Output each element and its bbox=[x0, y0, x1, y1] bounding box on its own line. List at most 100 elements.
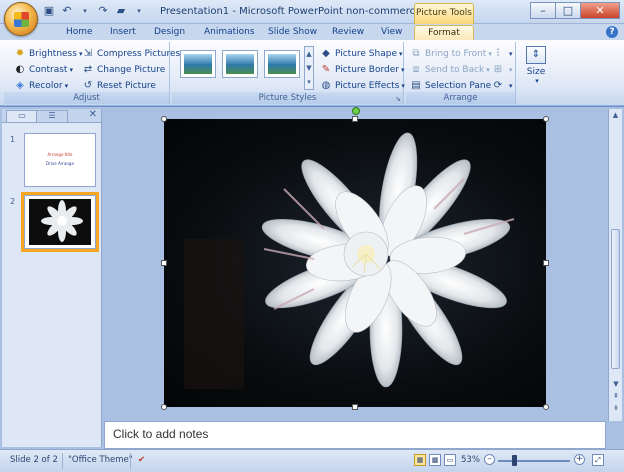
undo-icon[interactable]: ↶ bbox=[60, 4, 74, 18]
gallery-more-icon[interactable]: ▾ bbox=[305, 75, 313, 89]
chevron-down-icon[interactable]: ▾ bbox=[78, 4, 92, 18]
status-divider bbox=[130, 453, 131, 469]
spelling-check-icon[interactable]: ✔ bbox=[138, 455, 145, 465]
resize-handle-top[interactable] bbox=[352, 116, 358, 122]
group-button[interactable]: ⊞ ▾ bbox=[492, 62, 513, 77]
maximize-button[interactable]: □ bbox=[555, 2, 581, 19]
chevron-down-icon[interactable]: ▼ bbox=[610, 379, 622, 389]
close-button[interactable]: ✕ bbox=[580, 2, 620, 19]
compress-pictures-button[interactable]: ⇲ Compress Pictures bbox=[82, 46, 180, 61]
redo-icon[interactable]: ↷ bbox=[96, 4, 110, 18]
vertical-scrollbar[interactable]: ▲ ▼ ⇞ ⇟ bbox=[608, 109, 622, 421]
change-picture-button[interactable]: ⇄ Change Picture bbox=[82, 62, 165, 77]
open-folder-icon[interactable]: ▰ bbox=[114, 4, 128, 18]
slide-show-button[interactable]: ▭ bbox=[444, 454, 456, 466]
selected-picture[interactable] bbox=[164, 119, 546, 407]
zoom-out-button[interactable]: – bbox=[484, 454, 495, 465]
save-icon[interactable]: ▣ bbox=[42, 4, 56, 18]
tab-home[interactable]: Home bbox=[62, 25, 97, 41]
rotate-icon: ⟳ bbox=[493, 79, 503, 91]
picture-border-button[interactable]: ✎ Picture Border ▾ bbox=[320, 62, 405, 77]
notes-pane[interactable]: Click to add notes bbox=[104, 421, 606, 449]
slide-thumbnail-1[interactable]: Arrange title Drive Arrange bbox=[24, 133, 96, 187]
window-controls: – □ ✕ bbox=[530, 2, 620, 19]
dialog-launcher-icon[interactable]: ⇘ bbox=[395, 95, 401, 103]
slide-sorter-button[interactable]: ▩ bbox=[429, 454, 441, 466]
thumbnail-title: Arrange title bbox=[47, 152, 73, 157]
thumbnail-subtitle: Drive Arrange bbox=[46, 161, 74, 166]
resize-handle-right[interactable] bbox=[543, 260, 549, 266]
status-bar: Slide 2 of 2 "Office Theme" ✔ ▦ ▩ ▭ 53% … bbox=[0, 449, 624, 472]
chevron-down-icon: ▾ bbox=[509, 65, 513, 74]
normal-view-button[interactable]: ▦ bbox=[414, 454, 426, 466]
size-button[interactable]: ⇕ Size ▾ bbox=[524, 46, 548, 88]
contrast-button[interactable]: ◐ Contrast ▾ bbox=[14, 62, 73, 77]
compress-pictures-label: Compress Pictures bbox=[97, 48, 181, 59]
picture-style-option[interactable] bbox=[180, 50, 216, 78]
recolor-label: Recolor bbox=[29, 80, 63, 91]
chevron-down-icon[interactable]: ▼ bbox=[305, 61, 313, 75]
size-label: Size bbox=[526, 67, 546, 77]
reset-picture-button[interactable]: ↺ Reset Picture bbox=[82, 78, 156, 93]
adjust-group: ✹ Brightness ▾ ◐ Contrast ▾ ◈ Recolor ▾ ⇲ Compr… bbox=[4, 42, 180, 104]
picture-shape-button[interactable]: ◆ Picture Shape ▾ bbox=[320, 46, 403, 61]
next-slide-icon[interactable]: ⇟ bbox=[610, 403, 622, 413]
picture-effects-button[interactable]: ◍ Picture Effects ▾ bbox=[320, 78, 405, 93]
align-button[interactable]: ⫶ ▾ bbox=[492, 46, 513, 61]
resize-handle-bottom-right[interactable] bbox=[543, 404, 549, 410]
customize-qat-icon[interactable]: ▾ bbox=[132, 4, 146, 18]
slide-thumbnail-2[interactable] bbox=[21, 192, 99, 252]
minimize-button[interactable]: – bbox=[530, 2, 556, 19]
tab-review[interactable]: Review bbox=[328, 25, 368, 41]
tab-slides[interactable]: ▭ bbox=[6, 110, 38, 122]
selection-pane-button[interactable]: ▤ Selection Pane bbox=[410, 78, 491, 93]
scrollbar-thumb[interactable] bbox=[611, 229, 620, 369]
rotate-handle[interactable] bbox=[352, 107, 360, 115]
slide-number: 1 bbox=[10, 135, 16, 144]
chevron-down-icon: ▾ bbox=[535, 77, 539, 85]
picture-style-option[interactable] bbox=[222, 50, 258, 78]
rotate-button[interactable]: ⟳ ▾ bbox=[492, 78, 513, 93]
ribbon-tabs: Home Insert Design Animations Slide Show… bbox=[0, 24, 624, 41]
zoom-in-button[interactable]: + bbox=[574, 454, 585, 465]
tab-animations[interactable]: Animations bbox=[200, 25, 259, 41]
help-icon[interactable]: ? bbox=[606, 26, 618, 38]
office-button[interactable] bbox=[4, 2, 38, 36]
chevron-down-icon: ▾ bbox=[399, 49, 403, 58]
tab-slide-show[interactable]: Slide Show bbox=[264, 25, 321, 41]
chevron-up-icon[interactable]: ▲ bbox=[609, 109, 622, 121]
tab-format[interactable]: Format bbox=[414, 25, 474, 41]
resize-handle-bottom-left[interactable] bbox=[161, 404, 167, 410]
resize-handle-bottom[interactable] bbox=[352, 404, 358, 410]
picture-border-label: Picture Border bbox=[335, 64, 399, 75]
chevron-down-icon: ▾ bbox=[486, 65, 490, 74]
resize-handle-left[interactable] bbox=[161, 260, 167, 266]
picture-style-option[interactable] bbox=[264, 50, 300, 78]
tab-outline[interactable]: ☰ bbox=[36, 110, 68, 122]
chevron-up-icon[interactable]: ▲ bbox=[305, 47, 313, 61]
previous-slide-icon[interactable]: ⇞ bbox=[610, 391, 622, 401]
send-to-back-button[interactable]: ⧈ Send to Back ▾ bbox=[410, 62, 490, 77]
recolor-button[interactable]: ◈ Recolor ▾ bbox=[14, 78, 68, 93]
picture-shape-label: Picture Shape bbox=[335, 48, 397, 59]
zoom-slider-knob[interactable] bbox=[512, 455, 517, 466]
office-logo-icon bbox=[14, 12, 29, 27]
brightness-button[interactable]: ✹ Brightness ▾ bbox=[14, 46, 83, 61]
selection-pane-label: Selection Pane bbox=[425, 80, 492, 91]
send-to-back-label: Send to Back bbox=[425, 64, 485, 75]
fit-to-window-button[interactable]: ⤢ bbox=[592, 454, 604, 466]
zoom-level[interactable]: 53% bbox=[461, 455, 480, 465]
zoom-slider[interactable] bbox=[498, 460, 570, 462]
tab-design[interactable]: Design bbox=[150, 25, 189, 41]
resize-handle-top-left[interactable] bbox=[161, 116, 167, 122]
bring-to-front-button[interactable]: ⧉ Bring to Front ▾ bbox=[410, 46, 491, 61]
resize-handle-top-right[interactable] bbox=[543, 116, 549, 122]
close-icon[interactable]: ✕ bbox=[89, 109, 97, 120]
gallery-scroll: ▲ ▼ ▾ bbox=[304, 46, 314, 90]
picture-style-preview bbox=[184, 54, 212, 74]
tab-insert[interactable]: Insert bbox=[106, 25, 140, 41]
picture-style-preview bbox=[268, 54, 296, 74]
arrange-group-label: Arrange bbox=[406, 92, 515, 104]
quick-access-toolbar: ▣ ↶ ▾ ↷ ▰ ▾ bbox=[42, 4, 146, 18]
tab-view[interactable]: View bbox=[377, 25, 406, 41]
